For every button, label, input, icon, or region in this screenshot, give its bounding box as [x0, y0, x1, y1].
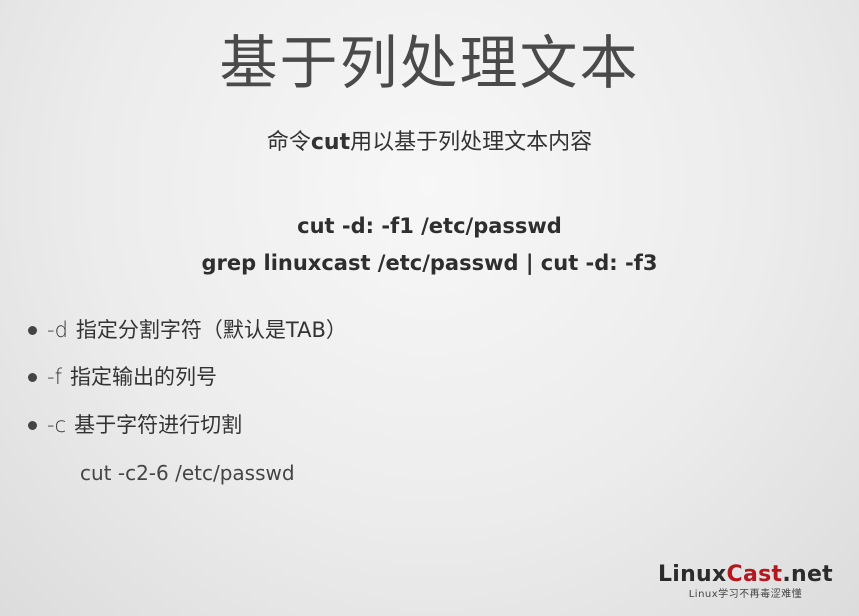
- logo-brand-accent: Cast: [726, 562, 783, 587]
- slide-subtitle: 命令cut用以基于列处理文本内容: [0, 128, 859, 158]
- bullet-dot-icon: [28, 325, 37, 335]
- subtitle-prefix: 命令: [266, 130, 311, 155]
- bullet-option: -c: [47, 413, 67, 437]
- logo-tagline: Linux学习不再毒涩难懂: [688, 589, 803, 600]
- bullet-dot-icon: [28, 420, 37, 430]
- subtitle-keyword: cut: [310, 130, 351, 155]
- slide-title: 基于列处理文本: [219, 29, 640, 97]
- command-example-1: cut -d: -f1 /etc/passwd: [297, 214, 562, 238]
- cut-c-example: cut -c2-6 /etc/passwd: [80, 461, 295, 485]
- linuxcast-logo: LinuxCast.net Linux学习不再毒涩难懂: [658, 562, 833, 602]
- logo-brand: LinuxCast.net: [658, 562, 833, 588]
- bullet-item-d: -d 指定分割字符（默认是TAB）: [28, 315, 347, 345]
- bullet-text: 指定输出的列号: [69, 365, 217, 389]
- bullet-item-f: -f 指定输出的列号: [28, 362, 217, 392]
- subtitle-suffix: 用以基于列处理文本内容: [350, 130, 593, 155]
- bullet-item-c: -c 基于字符进行切割: [28, 410, 242, 440]
- command-example-2: grep linuxcast /etc/passwd | cut -d: -f3: [201, 251, 658, 275]
- logo-brand-suffix: .net: [782, 562, 833, 587]
- logo-brand-main: Linux: [657, 562, 727, 587]
- bullet-text: 指定分割字符（默认是TAB）: [75, 318, 347, 342]
- presentation-slide: 基于列处理文本 命令cut用以基于列处理文本内容 cut -d: -f1 /et…: [0, 0, 859, 616]
- bullet-text: 基于字符进行切割: [74, 413, 243, 437]
- bullet-option: -f: [47, 365, 62, 389]
- bullet-option: -d: [47, 318, 68, 342]
- bullet-dot-icon: [28, 372, 37, 382]
